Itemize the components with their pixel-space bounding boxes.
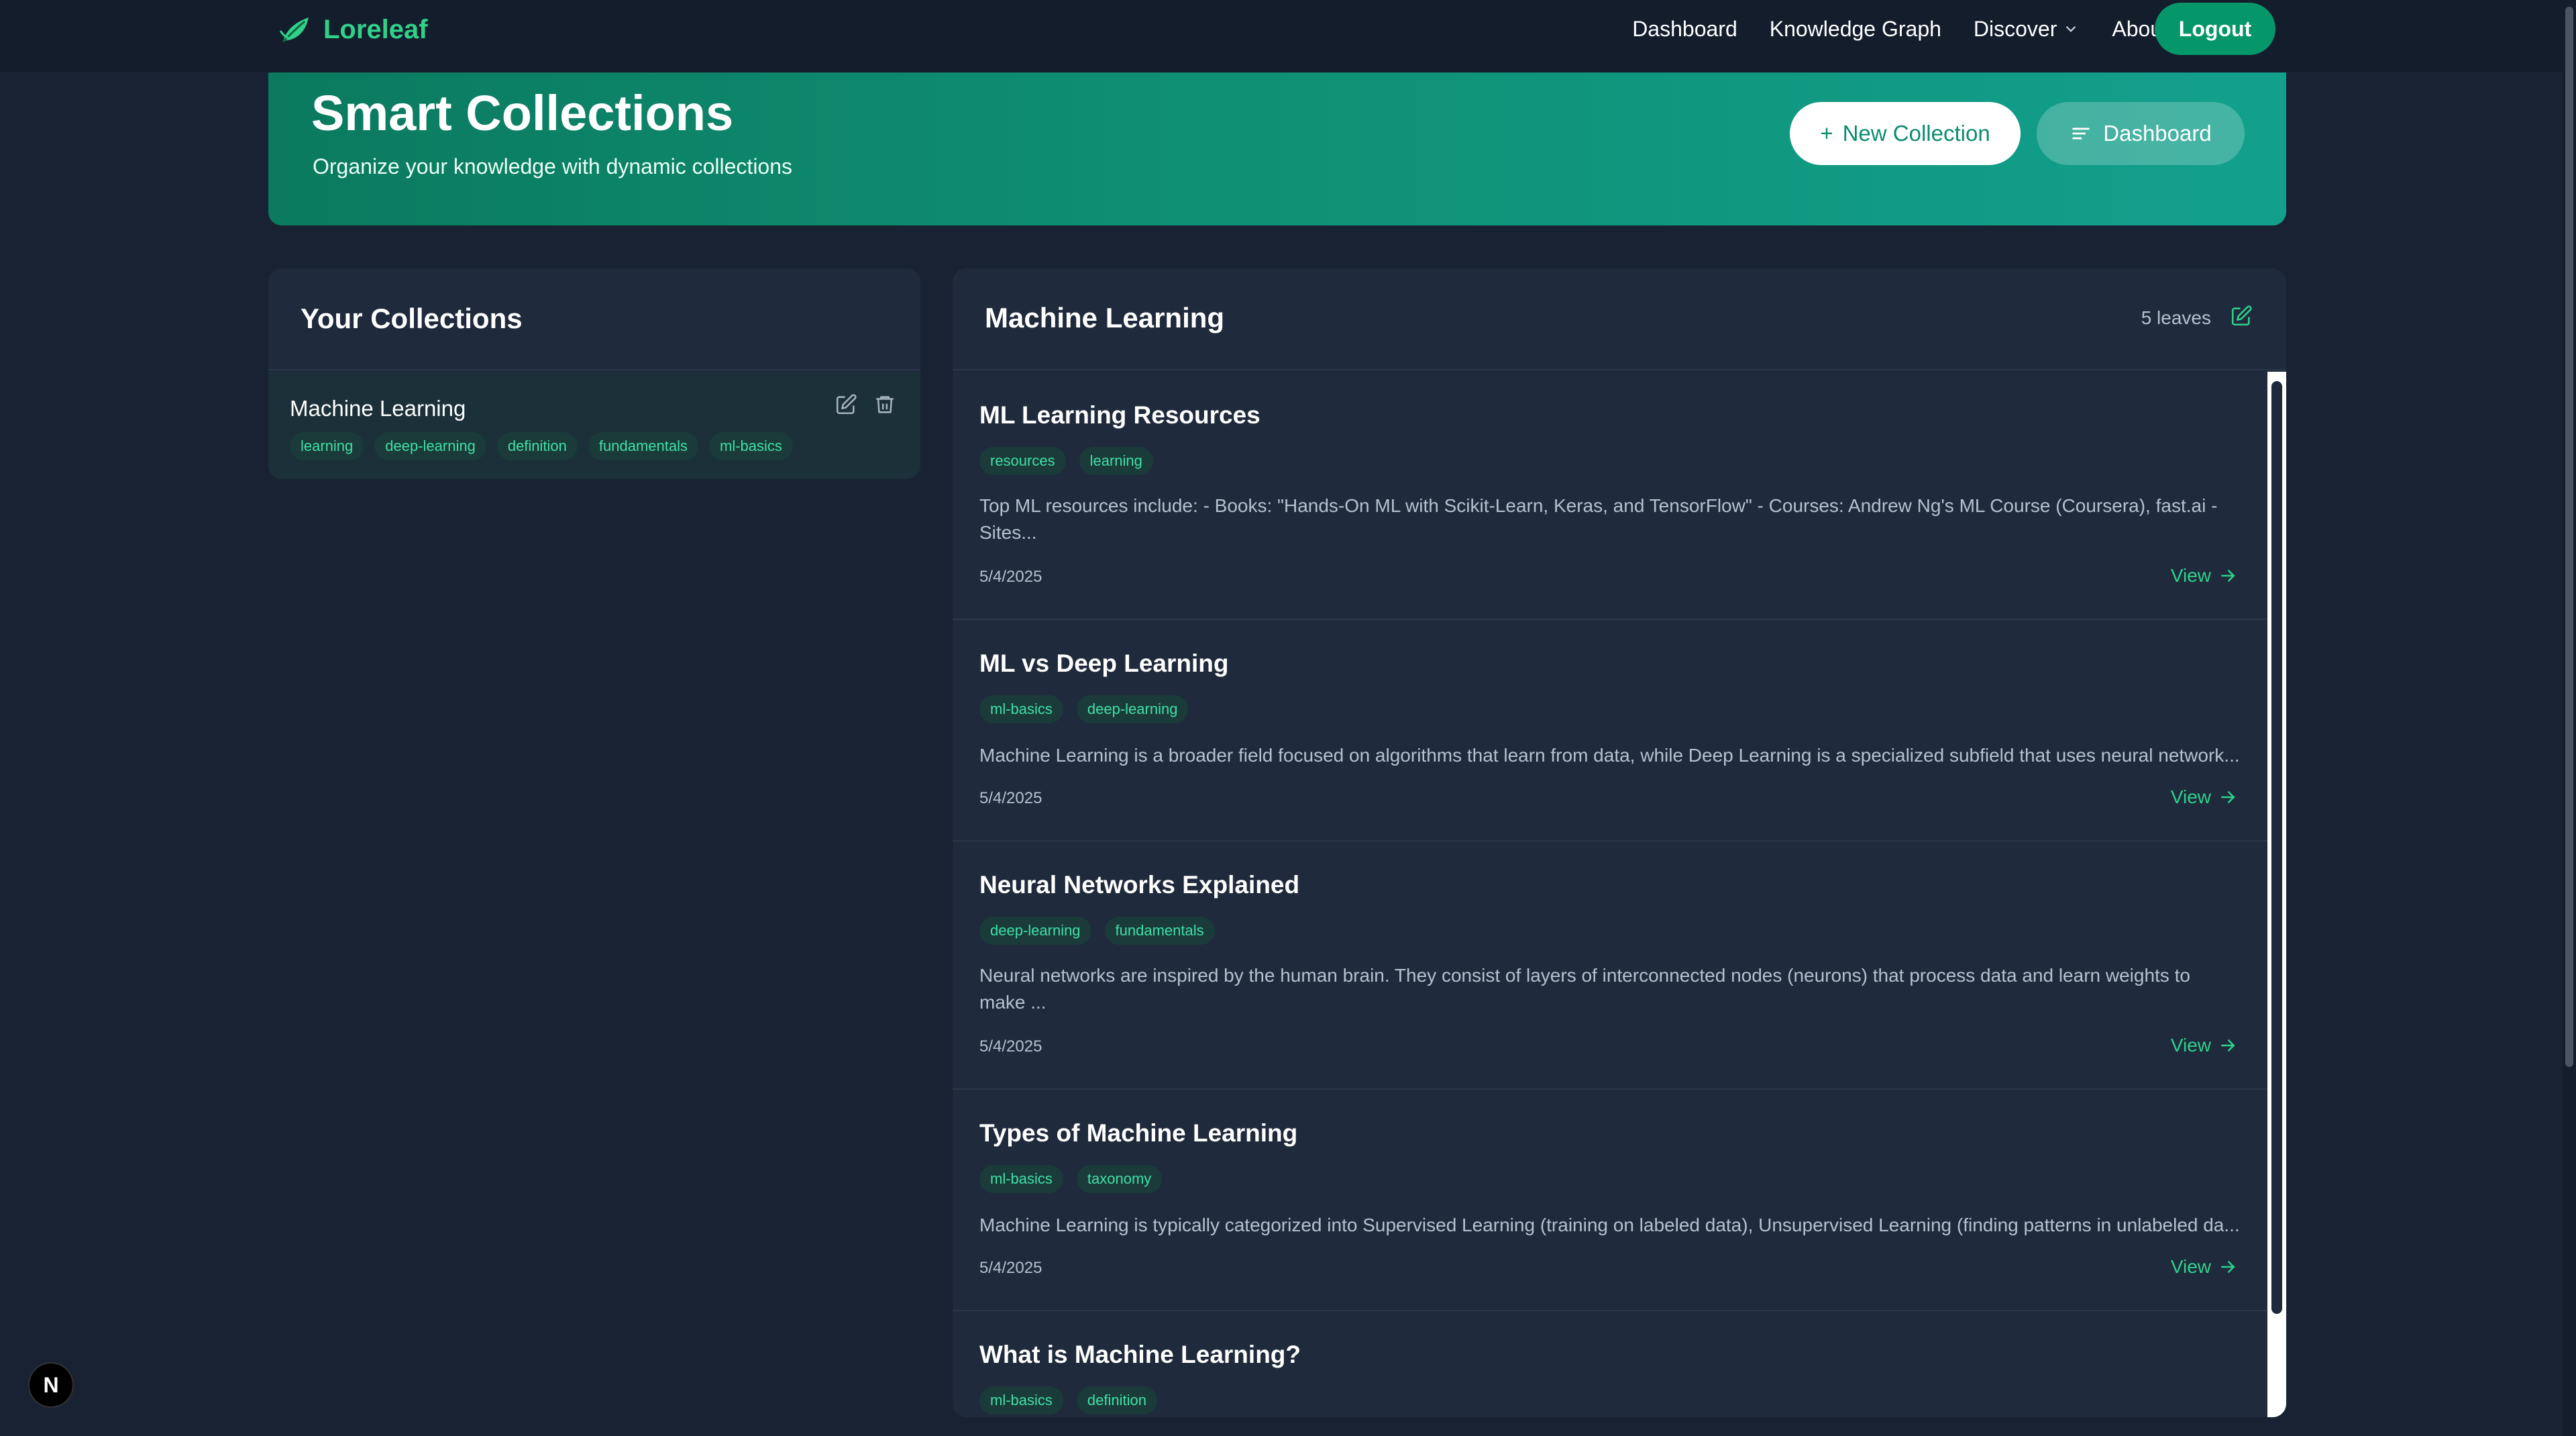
- collection-detail-header: Machine Learning 5 leaves: [953, 268, 2286, 370]
- nav-link-discover[interactable]: Discover: [1974, 17, 2080, 42]
- tag: ml-basics: [709, 432, 793, 460]
- dashboard-button[interactable]: Dashboard: [2037, 102, 2245, 165]
- plus-icon: +: [1820, 121, 1833, 146]
- tag: taxonomy: [1076, 1165, 1163, 1193]
- leaf-card[interactable]: What is Machine Learning? ml-basics defi…: [953, 1311, 2267, 1417]
- leaf-title[interactable]: Neural Networks Explained: [979, 871, 1299, 899]
- edit-icon: [2231, 305, 2252, 326]
- collection-detail-title: Machine Learning: [985, 302, 1225, 334]
- page-scrollbar[interactable]: [2563, 0, 2576, 1436]
- leaf-excerpt-line: Neural networks are inspired by the huma…: [979, 965, 2190, 986]
- edit-icon: [836, 394, 857, 415]
- tag: fundamentals: [1104, 917, 1215, 945]
- tag: deep-learning: [1076, 695, 1189, 723]
- leaf-date: 5/4/2025: [979, 1037, 1042, 1056]
- leaf-excerpt-line: Top ML resources include: - Books: "Hand…: [979, 495, 2218, 516]
- arrow-right-icon: [2221, 791, 2235, 803]
- collections-panel: Your Collections Machine Learning learni…: [268, 268, 920, 479]
- leaf-title[interactable]: What is Machine Learning?: [979, 1341, 1301, 1369]
- leaf-card[interactable]: Types of Machine Learning ml-basics taxo…: [953, 1090, 2267, 1311]
- edit-collection-button[interactable]: [833, 392, 859, 417]
- top-navbar: Loreleaf Dashboard Knowledge Graph Disco…: [0, 0, 2563, 72]
- new-collection-label: New Collection: [1842, 121, 1990, 146]
- leaf-excerpt-line: Sites...: [979, 522, 1037, 543]
- trash-icon: [876, 396, 894, 413]
- leaf-date: 5/4/2025: [979, 789, 1042, 807]
- chevron-down-icon: [2066, 25, 2076, 32]
- leaf-tags: ml-basics deep-learning: [979, 695, 1189, 723]
- view-leaf-link[interactable]: View: [2171, 1035, 2238, 1056]
- nav-link-discover-label: Discover: [1973, 16, 2057, 41]
- leaf-excerpt-line: Machine Learning is a broader field focu…: [979, 745, 2240, 766]
- leaf-excerpt-line: make ...: [979, 992, 1046, 1013]
- collections-panel-header: Your Collections: [268, 268, 920, 370]
- leaf-tags: ml-basics definition: [979, 1386, 1157, 1415]
- tag: learning: [1079, 447, 1153, 475]
- collection-tags: learning deep-learning definition fundam…: [290, 432, 793, 460]
- brand[interactable]: Loreleaf: [276, 9, 428, 50]
- tag: deep-learning: [979, 917, 1091, 945]
- leaf-date: 5/4/2025: [979, 568, 1042, 586]
- view-link-label: View: [2170, 1256, 2211, 1277]
- collections-panel-title: Your Collections: [301, 303, 523, 334]
- tag: definition: [1076, 1386, 1157, 1415]
- leaf-list: ML Learning Resources resources learning…: [953, 372, 2267, 1417]
- nav-link-knowledge-graph[interactable]: Knowledge Graph: [1770, 17, 1941, 42]
- page-subtitle: Organize your knowledge with dynamic col…: [313, 154, 793, 178]
- leaf-card[interactable]: Neural Networks Explained deep-learning …: [953, 841, 2267, 1090]
- leaf-excerpt: Neural networks are inspired by the huma…: [979, 962, 2241, 1016]
- leaf-date: 5/4/2025: [979, 1259, 1042, 1277]
- tag: learning: [290, 432, 364, 460]
- page-title: Smart Collections: [311, 85, 734, 141]
- tag: deep-learning: [374, 432, 486, 460]
- leaf-title[interactable]: ML Learning Resources: [979, 401, 1260, 429]
- arrow-right-icon: [2221, 1261, 2235, 1273]
- leaf-excerpt: Top ML resources include: - Books: "Hand…: [979, 493, 2241, 546]
- new-collection-button[interactable]: + New Collection: [1790, 102, 2021, 165]
- arrow-right-icon: [2221, 1039, 2235, 1052]
- leaf-title[interactable]: Types of Machine Learning: [979, 1119, 1297, 1147]
- leaf-tags: deep-learning fundamentals: [979, 917, 1215, 945]
- list-icon: [2072, 127, 2090, 140]
- edit-collection-detail-button[interactable]: [2229, 303, 2254, 329]
- collection-actions: [833, 392, 898, 417]
- tag: ml-basics: [979, 1165, 1063, 1193]
- delete-collection-button[interactable]: [872, 392, 898, 417]
- collection-item[interactable]: Machine Learning learning deep-learning …: [268, 372, 920, 479]
- view-link-label: View: [2170, 786, 2211, 807]
- hero-banner: Smart Collections Organize your knowledg…: [268, 72, 2286, 225]
- view-link-label: View: [2170, 1035, 2211, 1056]
- arrow-right-icon: [2221, 570, 2235, 582]
- dev-tools-badge[interactable]: N: [28, 1362, 74, 1408]
- leaf-tags: resources learning: [979, 447, 1153, 475]
- leaf-card[interactable]: ML Learning Resources resources learning…: [953, 372, 2267, 620]
- logout-button[interactable]: Logout: [2155, 3, 2275, 55]
- leaf-count: 5 leaves: [2141, 307, 2211, 328]
- leaf-list-scrollbar-thumb[interactable]: [2271, 381, 2282, 1314]
- leaf-icon: [279, 17, 309, 43]
- tag: resources: [979, 447, 1066, 475]
- view-leaf-link[interactable]: View: [2171, 565, 2238, 586]
- tag: ml-basics: [979, 695, 1063, 723]
- view-leaf-link[interactable]: View: [2171, 1256, 2238, 1278]
- page-scrollbar-thumb[interactable]: [2565, 7, 2573, 1067]
- brand-name: Loreleaf: [323, 14, 428, 44]
- tag: fundamentals: [588, 432, 698, 460]
- nav-links: Dashboard Knowledge Graph Discover About: [1632, 0, 2168, 58]
- collection-detail-panel: Machine Learning 5 leaves ML Learning Re…: [953, 268, 2286, 1417]
- view-leaf-link[interactable]: View: [2171, 786, 2238, 808]
- leaf-tags: ml-basics taxonomy: [979, 1165, 1163, 1193]
- tag: ml-basics: [979, 1386, 1063, 1415]
- dashboard-button-label: Dashboard: [2103, 121, 2212, 146]
- nav-link-dashboard[interactable]: Dashboard: [1632, 17, 1737, 42]
- leaf-excerpt: Machine Learning is a broader field focu…: [979, 742, 2241, 769]
- view-link-label: View: [2170, 565, 2211, 586]
- leaf-card[interactable]: ML vs Deep Learning ml-basics deep-learn…: [953, 620, 2267, 841]
- leaf-excerpt-line: Machine Learning is typically categorize…: [979, 1215, 2240, 1235]
- collection-name: Machine Learning: [290, 396, 466, 421]
- leaf-excerpt: Machine Learning is typically categorize…: [979, 1212, 2241, 1239]
- tag: definition: [496, 432, 578, 460]
- leaf-title[interactable]: ML vs Deep Learning: [979, 650, 1228, 678]
